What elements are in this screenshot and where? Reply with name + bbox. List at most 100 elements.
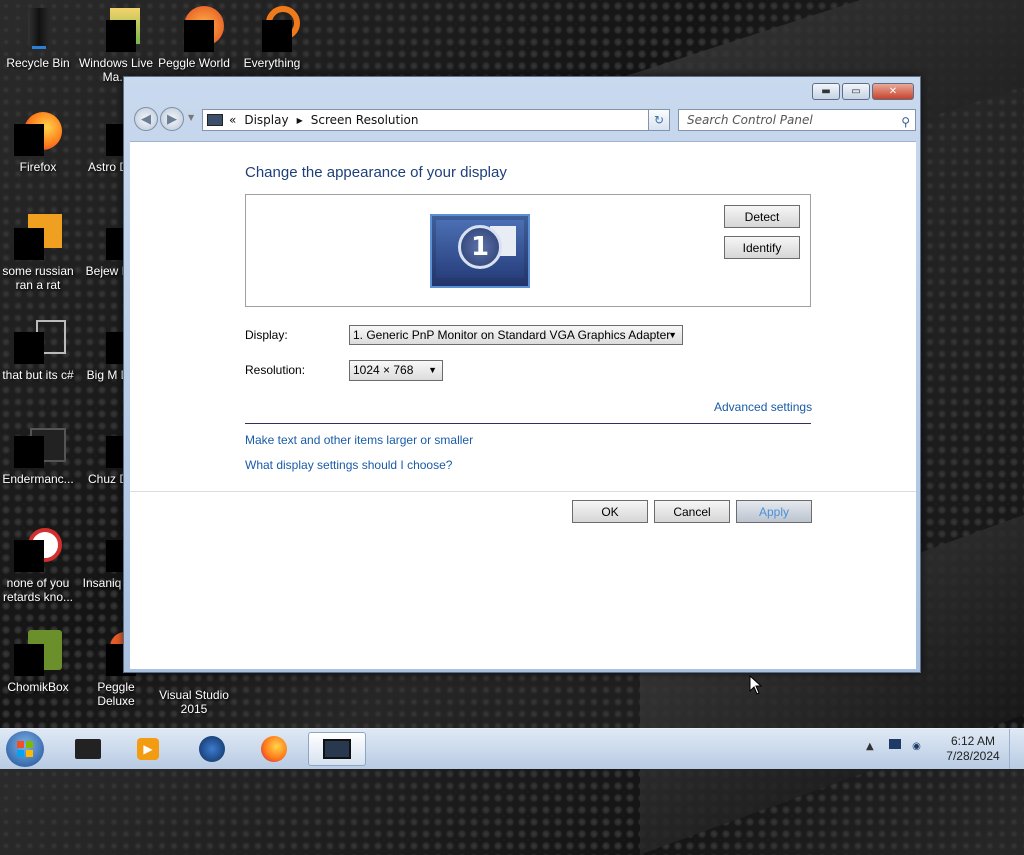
- recent-pages-chevron-icon[interactable]: ▼: [188, 113, 194, 122]
- window-app-icon: [14, 422, 66, 470]
- close-button[interactable]: ✕: [872, 83, 914, 100]
- display-select-value: 1. Generic PnP Monitor on Standard VGA G…: [353, 328, 671, 342]
- chevron-down-icon: ▼: [428, 365, 437, 375]
- breadcrumb-screen-resolution[interactable]: Screen Resolution: [311, 113, 419, 127]
- maximize-button[interactable]: ▭: [842, 83, 870, 100]
- desktop-icon-label: ChomikBox: [7, 680, 69, 694]
- peggle-world-icon: [170, 6, 224, 54]
- desktop-icon-everything[interactable]: Everything: [234, 6, 310, 70]
- monitor-1-thumbnail[interactable]: 1: [430, 214, 530, 288]
- breadcrumb-display[interactable]: Display: [244, 113, 288, 127]
- forward-button[interactable]: ▶: [160, 107, 184, 131]
- application-icon: [14, 526, 62, 574]
- globe-icon: [199, 736, 225, 762]
- desktop-icon-windows-live[interactable]: Windows Live Ma...: [78, 6, 154, 84]
- close-icon: ✕: [888, 86, 898, 97]
- desktop-icon-firefox[interactable]: Firefox: [0, 110, 76, 174]
- navigation-bar: ◀ ▶ ▼ « Display ▶ Screen Resolution ▼ ↻ …: [132, 107, 916, 135]
- explorer-icon: [75, 739, 101, 759]
- display-monitor-icon: [207, 114, 223, 126]
- text-size-link[interactable]: Make text and other items larger or smal…: [245, 433, 473, 447]
- apply-button[interactable]: Apply: [736, 500, 812, 523]
- chomikbox-icon: [14, 630, 62, 678]
- desktop-icon-visual-studio[interactable]: Visual Studio 2015: [156, 672, 232, 716]
- visual-studio-icon: [170, 672, 218, 686]
- mouse-cursor-icon: [749, 675, 763, 695]
- taskbar-app-explorer[interactable]: [62, 732, 114, 766]
- breadcrumb-overflow[interactable]: «: [229, 113, 236, 127]
- desktop-icon-chomikbox[interactable]: ChomikBox: [0, 630, 76, 694]
- show-desktop-button[interactable]: [1009, 729, 1024, 769]
- show-hidden-icons-chevron-icon[interactable]: ▲: [866, 741, 874, 752]
- display-monitor-icon: [323, 739, 351, 759]
- document-icon: [14, 318, 66, 366]
- maximize-icon: ▭: [851, 86, 861, 97]
- taskbar-app-media-player[interactable]: ▶: [122, 732, 174, 766]
- content-pane: Change the appearance of your display 1 …: [130, 141, 916, 669]
- monitor-number-badge: 1: [458, 225, 502, 269]
- desktop-icon-shortcut[interactable]: some russian ran a rat: [0, 214, 76, 292]
- clock-time: 6:12 AM: [950, 734, 996, 748]
- back-arrow-icon: ◀: [141, 111, 151, 127]
- refresh-icon: ↻: [653, 113, 665, 127]
- taskbar-app-browser[interactable]: [186, 732, 238, 766]
- advanced-settings-link[interactable]: Advanced settings: [714, 400, 812, 414]
- desktop-icon-peggle-world[interactable]: Peggle World: [156, 6, 232, 70]
- recycle-bin-icon: [14, 6, 62, 54]
- display-select[interactable]: 1. Generic PnP Monitor on Standard VGA G…: [349, 325, 683, 345]
- everything-search-icon: [248, 6, 300, 54]
- divider: [245, 423, 811, 424]
- desktop-icon-label: Recycle Bin: [6, 56, 70, 70]
- identify-button[interactable]: Identify: [724, 236, 800, 259]
- windows-live-icon: [92, 6, 140, 54]
- search-icon[interactable]: ⚲: [901, 112, 910, 132]
- application-icon: [14, 214, 62, 262]
- desktop-icon-label: none of you retards kno...: [2, 576, 74, 604]
- forward-arrow-icon: ▶: [167, 111, 177, 127]
- resolution-select[interactable]: 1024 × 768 ▼: [349, 360, 443, 381]
- clock[interactable]: 6:12 AM 7/28/2024: [940, 734, 1006, 764]
- taskbar-app-firefox[interactable]: [248, 732, 300, 766]
- resolution-select-value: 1024 × 768: [353, 363, 414, 377]
- desktop-icon-label: Everything: [243, 56, 301, 70]
- desktop-icon-label: Visual Studio 2015: [159, 688, 229, 716]
- firefox-icon: [261, 736, 287, 762]
- screen-resolution-window: ▬ ▭ ✕ ◀ ▶ ▼ « Display ▶ Screen Resolutio…: [123, 76, 921, 673]
- desktop-icon-label: that but its c#: [2, 368, 74, 382]
- desktop-icon-label: Peggle World: [158, 56, 230, 70]
- taskbar-app-display-settings[interactable]: [308, 732, 366, 766]
- network-icon[interactable]: [888, 739, 901, 749]
- windows-logo-icon: [17, 741, 33, 757]
- chevron-down-icon: ▼: [668, 330, 677, 340]
- address-bar[interactable]: « Display ▶ Screen Resolution ▼: [202, 109, 666, 131]
- media-player-icon: ▶: [137, 738, 159, 760]
- minimize-icon: ▬: [821, 86, 831, 97]
- detect-button[interactable]: Detect: [724, 205, 800, 228]
- clock-date: 7/28/2024: [946, 749, 1000, 763]
- monitor-arrangement-area: 1 Detect Identify: [245, 194, 811, 307]
- desktop-icon-shortcut[interactable]: Endermanc...: [0, 422, 76, 486]
- resolution-label: Resolution:: [245, 363, 306, 377]
- display-help-link[interactable]: What display settings should I choose?: [245, 458, 452, 472]
- search-input[interactable]: Search Control Panel ⚲: [678, 109, 916, 131]
- taskbar: ▶ ▲ ◉ 6:12 AM 7/28/2024: [0, 728, 1024, 769]
- desktop-icon-recycle-bin[interactable]: Recycle Bin: [0, 6, 76, 70]
- desktop-icon-shortcut[interactable]: none of you retards kno...: [0, 526, 76, 604]
- refresh-button[interactable]: ↻: [648, 109, 670, 131]
- firefox-icon: [14, 110, 62, 158]
- desktop-icon-label: some russian ran a rat: [2, 264, 74, 292]
- window-controls: ▬ ▭ ✕: [812, 83, 914, 100]
- page-title: Change the appearance of your display: [245, 164, 507, 181]
- divider: [130, 491, 916, 492]
- desktop-icon-label: Endermanc...: [2, 472, 74, 486]
- ok-button[interactable]: OK: [572, 500, 648, 523]
- minimize-button[interactable]: ▬: [812, 83, 840, 100]
- desktop-icon-label: Peggle Deluxe: [97, 680, 135, 708]
- start-button[interactable]: [6, 731, 44, 767]
- desktop-icon-label: Firefox: [19, 160, 57, 174]
- desktop-icon-shortcut[interactable]: that but its c#: [0, 318, 76, 382]
- breadcrumb-arrow-icon[interactable]: ▶: [297, 116, 303, 125]
- cancel-button[interactable]: Cancel: [654, 500, 730, 523]
- back-button[interactable]: ◀: [134, 107, 158, 131]
- volume-icon[interactable]: ◉: [912, 741, 921, 752]
